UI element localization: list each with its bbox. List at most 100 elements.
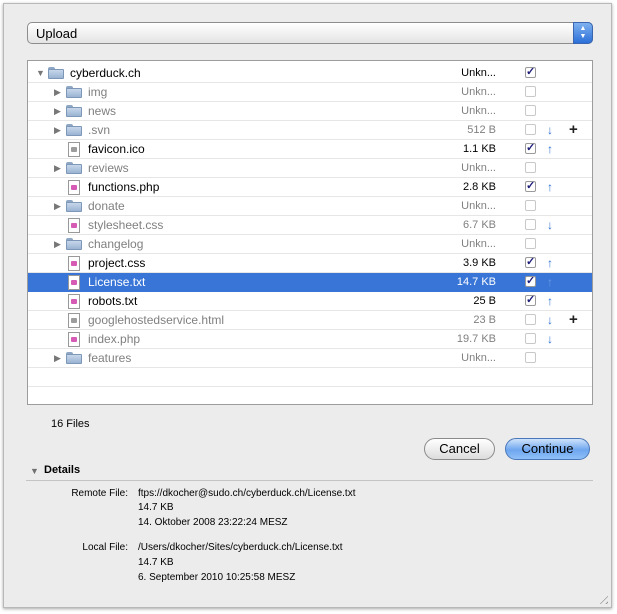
- folder-icon: [66, 86, 82, 98]
- file-row[interactable]: ▶ news Unkn...: [28, 102, 592, 121]
- details-disclosure-icon[interactable]: ▼: [30, 466, 39, 476]
- file-name: reviews: [88, 161, 129, 175]
- continue-button[interactable]: Continue: [505, 438, 590, 460]
- empty-row: [28, 387, 592, 404]
- file-row[interactable]: ▶ donate Unkn...: [28, 197, 592, 216]
- file-name: functions.php: [88, 180, 160, 194]
- include-checkbox[interactable]: [525, 124, 536, 135]
- file-name: news: [88, 104, 117, 118]
- file-size: 19.7 KB: [456, 333, 496, 345]
- file-row[interactable]: favicon.ico 1.1 KB ✓ ↑: [28, 140, 592, 159]
- up-arrow-icon: ↑: [547, 256, 553, 270]
- plus-icon: +: [569, 311, 578, 328]
- document-icon: [68, 294, 80, 309]
- file-row[interactable]: ▶ img Unkn...: [28, 83, 592, 102]
- remote-file-path: ftps://dkocher@sudo.ch/cyberduck.ch/Lice…: [138, 488, 356, 499]
- include-checkbox[interactable]: [525, 333, 536, 344]
- file-name: .svn: [88, 123, 111, 137]
- local-file-path: /Users/dkocher/Sites/cyberduck.ch/Licens…: [138, 542, 343, 553]
- file-row[interactable]: ▶ reviews Unkn...: [28, 159, 592, 178]
- file-row[interactable]: ▼ cyberduck.ch Unkn... ✓: [28, 64, 592, 83]
- file-row[interactable]: functions.php 2.8 KB ✓ ↑: [28, 178, 592, 197]
- file-name: googlehostedservice.html: [88, 313, 225, 327]
- popup-label: Upload: [36, 26, 78, 41]
- include-checkbox[interactable]: [525, 352, 536, 363]
- file-name: project.css: [88, 256, 146, 270]
- details-divider: [26, 480, 593, 481]
- local-file-date: 6. September 2010 10:25:58 MESZ: [138, 572, 296, 583]
- file-row[interactable]: ▶ .svn 512 B ↓ +: [28, 121, 592, 140]
- file-row[interactable]: index.php 19.7 KB ↓: [28, 330, 592, 349]
- file-size: Unkn...: [461, 67, 496, 79]
- file-size: 1.1 KB: [462, 143, 496, 155]
- down-arrow-icon: ↓: [547, 123, 553, 137]
- file-name: img: [88, 85, 108, 99]
- plus-icon: +: [569, 121, 578, 138]
- file-size: 2.8 KB: [462, 181, 496, 193]
- file-row[interactable]: License.txt 14.7 KB ✓ ↑: [28, 273, 592, 292]
- document-icon: [68, 256, 80, 271]
- file-size: Unkn...: [461, 238, 496, 250]
- file-size: 14.7 KB: [456, 276, 496, 288]
- file-size: Unkn...: [461, 105, 496, 117]
- include-checkbox[interactable]: ✓: [525, 295, 536, 306]
- disclosure-collapsed-icon[interactable]: ▶: [54, 353, 61, 364]
- include-checkbox[interactable]: [525, 105, 536, 116]
- up-arrow-icon: ↑: [547, 180, 553, 194]
- file-row[interactable]: ▶ features Unkn...: [28, 349, 592, 368]
- down-arrow-icon: ↓: [547, 313, 553, 327]
- file-row[interactable]: robots.txt 25 B ✓ ↑: [28, 292, 592, 311]
- file-size: 25 B: [473, 295, 496, 307]
- include-checkbox[interactable]: ✓: [525, 67, 536, 78]
- file-row[interactable]: stylesheet.css 6.7 KB ↓: [28, 216, 592, 235]
- disclosure-expanded-icon[interactable]: ▼: [36, 68, 45, 78]
- file-size: Unkn...: [461, 352, 496, 364]
- remote-file-date: 14. Oktober 2008 23:22:24 MESZ: [138, 517, 288, 528]
- include-checkbox[interactable]: [525, 314, 536, 325]
- local-file-size: 14.7 KB: [138, 557, 174, 568]
- include-checkbox[interactable]: ✓: [525, 276, 536, 287]
- up-arrow-icon: ↑: [547, 142, 553, 156]
- disclosure-collapsed-icon[interactable]: ▶: [54, 201, 61, 212]
- resize-grip-icon[interactable]: [596, 592, 608, 604]
- upload-dialog: Upload ▲ ▼ ▼ cyberduck.ch Unkn... ✓ ▶ img Unkn.…: [3, 3, 612, 608]
- file-row[interactable]: googlehostedservice.html 23 B ↓ +: [28, 311, 592, 330]
- include-checkbox[interactable]: ✓: [525, 257, 536, 268]
- disclosure-collapsed-icon[interactable]: ▶: [54, 163, 61, 174]
- document-icon: [68, 142, 80, 157]
- file-size: Unkn...: [461, 162, 496, 174]
- file-name: favicon.ico: [88, 142, 145, 156]
- disclosure-collapsed-icon[interactable]: ▶: [54, 239, 61, 250]
- folder-icon: [66, 105, 82, 117]
- down-arrow-icon: ↓: [547, 218, 553, 232]
- include-checkbox[interactable]: [525, 200, 536, 211]
- disclosure-collapsed-icon[interactable]: ▶: [54, 106, 61, 117]
- file-row[interactable]: ▶ changelog Unkn...: [28, 235, 592, 254]
- include-checkbox[interactable]: [525, 86, 536, 97]
- details-title[interactable]: Details: [44, 464, 80, 476]
- up-arrow-icon: ↑: [547, 294, 553, 308]
- file-size: 6.7 KB: [462, 219, 496, 231]
- file-size: 512 B: [467, 124, 496, 136]
- empty-row: [28, 368, 592, 387]
- file-size: Unkn...: [461, 86, 496, 98]
- file-size: Unkn...: [461, 200, 496, 212]
- transfer-action-popup[interactable]: Upload ▲ ▼: [27, 22, 593, 44]
- include-checkbox[interactable]: ✓: [525, 181, 536, 192]
- file-row[interactable]: project.css 3.9 KB ✓ ↑: [28, 254, 592, 273]
- file-name: stylesheet.css: [88, 218, 164, 232]
- include-checkbox[interactable]: [525, 162, 536, 173]
- cancel-button[interactable]: Cancel: [424, 438, 495, 460]
- include-checkbox[interactable]: [525, 219, 536, 230]
- file-count: 16 Files: [51, 418, 90, 430]
- folder-icon: [66, 200, 82, 212]
- folder-icon: [66, 162, 82, 174]
- file-list[interactable]: ▼ cyberduck.ch Unkn... ✓ ▶ img Unkn... ▶ news Unk…: [27, 60, 593, 405]
- include-checkbox[interactable]: [525, 238, 536, 249]
- folder-icon: [66, 352, 82, 364]
- popup-arrows-icon: ▲ ▼: [573, 22, 593, 44]
- disclosure-collapsed-icon[interactable]: ▶: [54, 125, 61, 136]
- disclosure-collapsed-icon[interactable]: ▶: [54, 87, 61, 98]
- include-checkbox[interactable]: ✓: [525, 143, 536, 154]
- folder-icon: [48, 67, 64, 79]
